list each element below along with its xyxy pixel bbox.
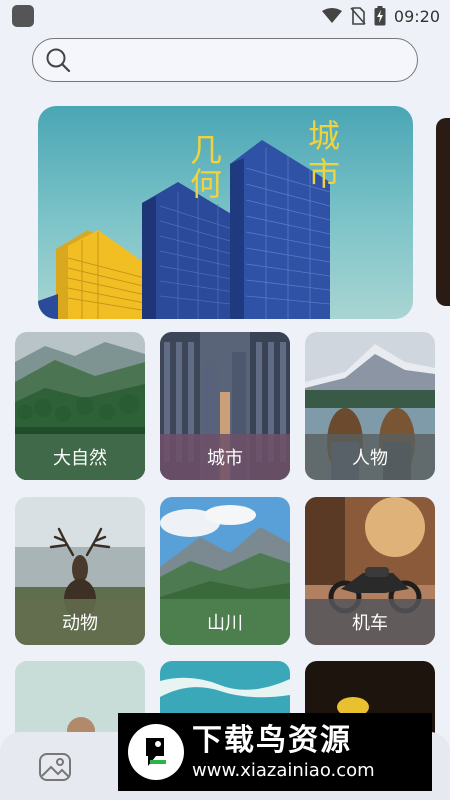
no-sim-icon — [350, 7, 366, 25]
category-label: 人物 — [352, 448, 388, 469]
category-city[interactable]: 城市 — [160, 332, 290, 480]
status-bar: 09:20 — [0, 0, 450, 32]
featured-banner[interactable]: 几 何 城 市 — [38, 106, 413, 319]
wifi-icon — [321, 8, 342, 23]
status-time: 09:20 — [393, 6, 440, 26]
category-label: 动物 — [62, 613, 98, 634]
category-label: 机车 — [352, 613, 388, 634]
watermark-title: 下载鸟资源 — [192, 723, 352, 758]
banner-char-ji: 几 — [190, 131, 223, 169]
category-animals[interactable]: 动物 — [15, 497, 145, 645]
bird-logo-icon — [128, 724, 184, 780]
category-label: 山川 — [207, 613, 243, 634]
category-label: 城市 — [207, 448, 243, 469]
category-label-band: 城市 — [160, 434, 290, 480]
category-label-band: 机车 — [305, 599, 435, 645]
watermark-url: www.xiazainiao.com — [192, 760, 375, 781]
category-label: 大自然 — [53, 448, 107, 469]
watermark-banner: 下载鸟资源 www.xiazainiao.com — [118, 713, 432, 791]
search-box[interactable] — [32, 38, 418, 82]
category-mountains[interactable]: 山川 — [160, 497, 290, 645]
app-notification-icon — [12, 5, 34, 27]
search-input[interactable] — [79, 40, 417, 80]
category-label-band: 山川 — [160, 599, 290, 645]
category-people[interactable]: 人物 — [305, 332, 435, 480]
category-label-band: 动物 — [15, 599, 145, 645]
banner-buildings-image — [38, 140, 331, 319]
next-banner-peek[interactable] — [436, 118, 450, 306]
watermark-text: 下载鸟资源 www.xiazainiao.com — [192, 722, 375, 782]
category-label-band: 大自然 — [15, 434, 145, 480]
banner-char-he: 何 — [190, 165, 223, 203]
gallery-icon[interactable] — [38, 752, 72, 782]
search-icon[interactable] — [45, 47, 71, 73]
category-nature[interactable]: 大自然 — [15, 332, 145, 480]
category-label-band: 人物 — [305, 434, 435, 480]
battery-charging-icon — [374, 6, 386, 26]
category-motorcycles[interactable]: 机车 — [305, 497, 435, 645]
status-icons: 09:20 — [321, 6, 440, 26]
banner-char-cheng: 城 — [308, 117, 341, 155]
banner-char-shi: 市 — [308, 155, 341, 193]
